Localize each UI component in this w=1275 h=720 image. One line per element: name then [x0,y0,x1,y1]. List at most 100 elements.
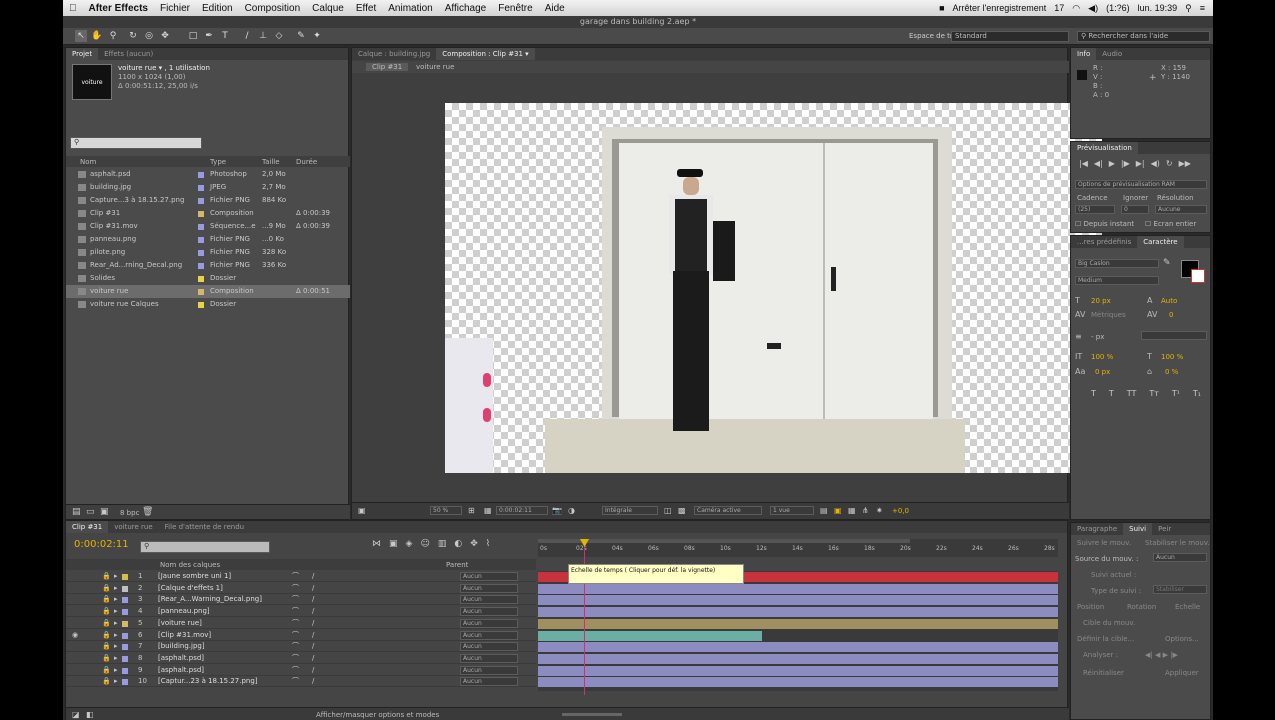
comp-mini-flowchart-icon[interactable]: ⋈ [372,539,381,553]
layer-duration-bar[interactable] [538,607,1058,618]
project-list-item[interactable]: voiture rue Calques Dossier [66,298,350,311]
quality-switch-icon[interactable]: / [312,618,314,629]
project-list-item[interactable]: voiture rue Composition Δ 0:00:51 [66,285,350,298]
play-icon[interactable]: ▶ [1109,159,1115,169]
ram-preview-icon[interactable]: ▶▶ [1179,159,1191,169]
calendar-icon[interactable]: 17 [1054,3,1064,13]
label-color-swatch[interactable] [198,198,204,204]
shy-switch-icon[interactable]: ⌒ [292,630,299,641]
transparency-grid-icon[interactable]: ▩ [678,506,686,515]
project-list-item[interactable]: Rear_Ad...rning_Decal.png Fichier PNG 336 … [66,259,350,272]
time-ruler[interactable]: 0s 02s 04s 06s 08s 10s 12s 14s 16s 18s 20s 22s 24s 26… [538,539,1058,557]
snapshot-icon[interactable]: 📷 [552,506,562,515]
twirl-icon[interactable]: ▸ [114,571,118,582]
layer-duration-bar[interactable] [538,642,1058,653]
project-list-item[interactable]: panneau.png Fichier PNG ...0 Ko [66,233,350,246]
twirl-icon[interactable]: ▸ [114,618,118,629]
frame-blending-icon[interactable]: ▥ [438,539,447,553]
camera-select[interactable]: Caméra active [694,506,762,515]
layer-row[interactable]: ◉ 🔒 ▸ 6 [Clip #31.mov] ⌒ / Aucun [66,630,536,641]
tab-info[interactable]: Info [1071,48,1097,60]
work-area-bar[interactable] [538,539,910,543]
layer-row[interactable]: 🔒 ▸ 5 [voiture rue] ⌒ / Aucun [66,618,536,629]
parent-select[interactable]: Aucun [460,665,518,675]
tab-character[interactable]: Caractère [1137,236,1184,248]
twirl-icon[interactable]: ▸ [114,676,118,687]
menu-affichage[interactable]: Affichage [439,3,493,14]
rotation-checkbox[interactable]: Rotation [1127,603,1156,611]
label-color-swatch[interactable] [198,211,204,217]
exposure-value[interactable]: +0,0 [892,507,909,515]
layer-duration-bar[interactable] [538,653,1058,664]
label-color-swatch[interactable] [198,289,204,295]
shy-switch-icon[interactable]: ⌒ [292,665,299,676]
tab-audio[interactable]: Audio [1096,48,1128,60]
baseline-shift-value[interactable]: 0 px [1095,368,1110,376]
lock-icon[interactable]: 🔒 [102,583,111,594]
clone-tool-icon[interactable]: ⊥ [257,30,269,42]
col-duree[interactable]: Durée [296,158,317,166]
brush-tool-icon[interactable]: / [241,30,253,42]
label-color-swatch[interactable] [198,185,204,191]
zoom-tool-icon[interactable]: ⚲ [107,30,119,42]
layer-name[interactable]: [Calque d'effets 1] [158,583,223,594]
menu-calque[interactable]: Calque [306,3,350,14]
vertical-scale-value[interactable]: 100 % [1091,353,1113,361]
layer-row[interactable]: 🔒 ▸ 9 [asphalt.psd] ⌒ / Aucun [66,665,536,676]
layer-name[interactable]: [asphalt.psd] [158,653,204,664]
stroke-style-select[interactable] [1141,331,1207,340]
new-composition-icon[interactable]: ▣ [100,507,109,517]
layer-name[interactable]: [Rear_A...Warning_Decal.png] [158,594,262,605]
parent-select[interactable]: Aucun [460,618,518,628]
composition-viewer[interactable] [445,103,1102,473]
new-folder-icon[interactable]: ▭ [86,507,95,517]
layer-label-swatch[interactable] [122,609,128,616]
layer-label-swatch[interactable] [122,574,128,580]
menu-aide[interactable]: Aide [539,3,571,14]
tab-presets[interactable]: ...res prédéfinis [1071,236,1137,248]
layer-name[interactable]: [Jaune sombre uni 1] [158,571,231,582]
timecode-display[interactable]: 0:00:02:11 [496,506,548,515]
flowchart-icon[interactable]: ⋔ [862,506,869,515]
parent-select[interactable]: Aucun [460,677,518,687]
quality-switch-icon[interactable]: / [312,606,314,617]
region-of-interest-icon[interactable]: ◫ [664,506,672,515]
tab-paint[interactable]: Peir [1152,523,1177,535]
lock-icon[interactable]: 🔒 [102,641,111,652]
all-caps-icon[interactable]: TT [1127,389,1137,398]
superscript-icon[interactable]: T¹ [1172,389,1180,398]
puppet-tool-icon[interactable]: ✦ [311,30,323,42]
quality-switch-icon[interactable]: / [312,571,314,582]
twirl-icon[interactable]: ▸ [114,594,118,605]
layer-name[interactable]: [Captur...23 à 18.15.27.png] [158,676,258,687]
tracker-options-button[interactable]: Options... [1165,635,1199,643]
layer-label-swatch[interactable] [122,585,128,592]
menu-app-name[interactable]: After Effects [83,3,154,14]
layer-label-swatch[interactable] [122,632,128,639]
quality-switch-icon[interactable]: / [312,653,314,664]
menu-fichier[interactable]: Fichier [154,3,196,14]
label-color-swatch[interactable] [198,172,204,178]
layer-duration-bar[interactable] [538,618,1058,629]
scale-checkbox[interactable]: Echelle [1175,603,1200,611]
reset-button[interactable]: Réinitialiser [1083,669,1124,677]
quality-switch-icon[interactable]: / [312,583,314,594]
layer-label-swatch[interactable] [122,644,128,651]
camera-tool-icon[interactable]: ◎ [143,30,155,42]
track-type-select[interactable]: Stabiliser [1153,585,1207,594]
twirl-icon[interactable]: ▸ [114,653,118,664]
exposure-icon[interactable]: ✷ [876,506,883,515]
bit-depth-label[interactable]: 8 bpc [120,509,139,517]
tab-composition-clip31[interactable]: Composition : Clip #31 ▾ [436,48,535,60]
layer-name[interactable]: [Clip #31.mov] [158,630,211,641]
horizontal-scale-value[interactable]: 100 % [1161,353,1183,361]
toggle-switches-modes[interactable]: Afficher/masquer options et modes [316,711,439,719]
workspace-select[interactable]: Standard [951,31,1069,42]
label-color-swatch[interactable] [198,263,204,269]
resolution-select[interactable]: Intégrale [602,506,658,515]
crumb-clip31[interactable]: Clip #31 [366,63,409,71]
battery-label[interactable]: (1:?6) [1106,3,1130,13]
project-list-item[interactable]: Clip #31.mov Séquence...e ...9 Mo Δ 0:00:39 [66,220,350,233]
position-checkbox[interactable]: Position [1077,603,1104,611]
define-target-button[interactable]: Définir la cible... [1077,635,1134,643]
